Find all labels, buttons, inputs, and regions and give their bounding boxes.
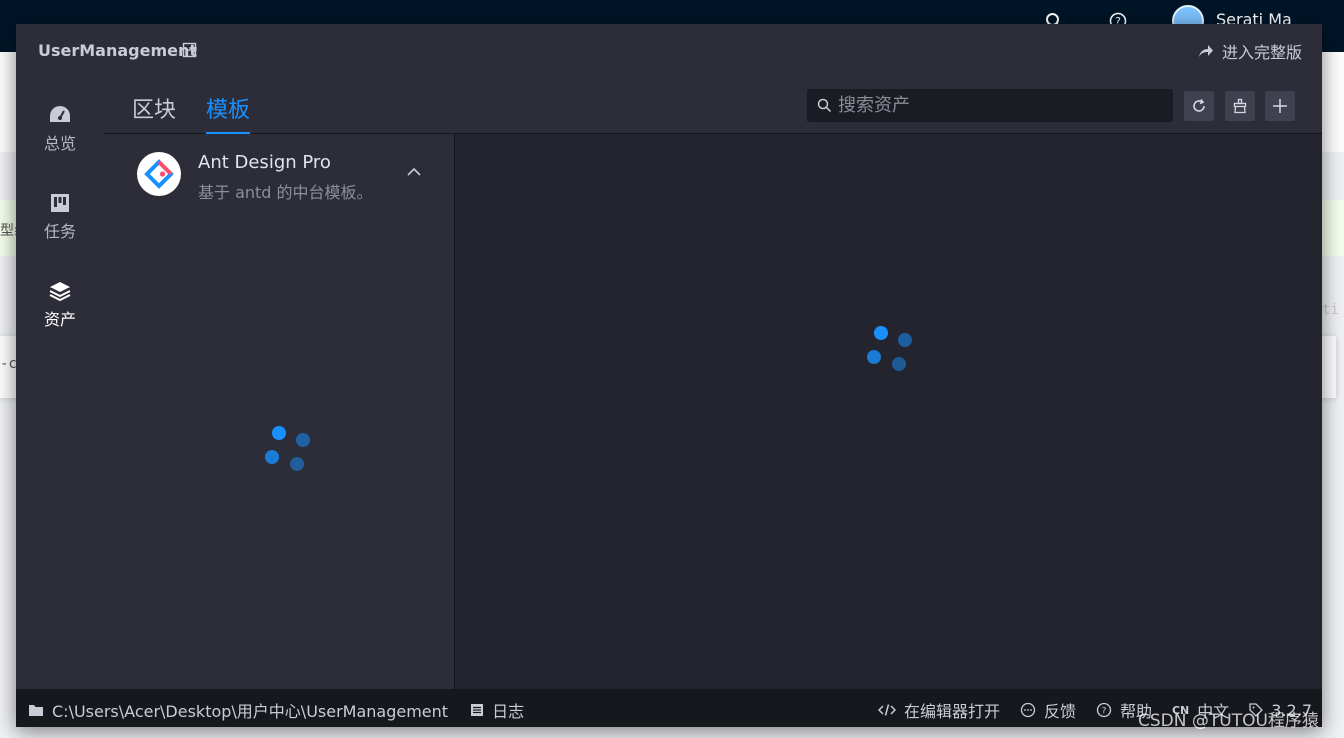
nav-item-assets[interactable]: 资产 — [16, 280, 104, 330]
svg-text:?: ? — [1102, 707, 1107, 717]
exit-project-icon[interactable] — [182, 42, 198, 58]
nav-item-tasks[interactable]: 任务 — [16, 192, 104, 242]
open-in-editor-label: 在编辑器打开 — [903, 702, 1000, 721]
template-title: Ant Design Pro — [198, 152, 331, 173]
reload-icon — [1193, 99, 1205, 112]
loading-spinner — [264, 426, 312, 474]
dashboard-icon — [50, 106, 70, 122]
template-list-panel: Ant Design Pro 基于 antd 的中台模板。 — [104, 134, 455, 689]
project-name: UserManagement — [38, 41, 198, 60]
enter-full-version-button[interactable]: 进入完整版 — [1198, 39, 1302, 63]
umi-ui-modal: UserManagement 进入完整版 总览 任务 资产 区块 模板 搜索资产… — [16, 24, 1322, 727]
feedback-button[interactable]: 反馈 — [1020, 698, 1076, 722]
template-preview-panel — [456, 134, 1322, 689]
side-nav: 总览 任务 资产 — [16, 78, 104, 689]
tab-templates[interactable]: 模板 — [206, 92, 251, 135]
share-arrow-icon — [1198, 45, 1213, 57]
template-description: 基于 antd 的中台模板。 — [198, 183, 373, 202]
refresh-button[interactable] — [1184, 91, 1214, 121]
log-label: 日志 — [492, 702, 525, 721]
code-icon — [877, 704, 896, 716]
watermark: CSDN @TUTOU程序猿 — [1138, 711, 1319, 731]
project-path[interactable]: C:\Users\Acer\Desktop\用户中心\UserManagemen… — [28, 698, 448, 722]
open-in-editor-button[interactable]: 在编辑器打开 — [877, 698, 1000, 722]
feedback-label: 反馈 — [1043, 702, 1076, 721]
search-icon — [817, 98, 832, 113]
nav-label: 资产 — [43, 310, 76, 329]
list-item[interactable]: Ant Design Pro 基于 antd 的中台模板。 — [137, 152, 437, 202]
clear-icon — [1233, 98, 1247, 114]
background-text-fragment: -c — [0, 356, 17, 372]
status-bar: C:\Users\Acer\Desktop\用户中心\UserManagemen… — [16, 689, 1322, 727]
folder-icon — [29, 704, 43, 716]
ant-design-logo — [137, 152, 181, 196]
nav-item-overview[interactable]: 总览 — [16, 104, 104, 154]
log-button[interactable]: 日志 — [470, 698, 524, 722]
search-input[interactable] — [838, 95, 1158, 116]
nav-label: 总览 — [43, 134, 76, 153]
loading-spinner — [866, 326, 914, 374]
add-asset-button[interactable] — [1265, 91, 1295, 121]
search-box — [807, 89, 1173, 122]
message-icon — [1020, 702, 1036, 718]
layers-icon — [49, 282, 71, 302]
tab-blocks[interactable]: 区块 — [132, 92, 176, 132]
plus-icon — [1273, 99, 1287, 113]
help-icon: ? — [1096, 702, 1112, 718]
chevron-up-icon[interactable] — [406, 166, 422, 176]
full-version-label: 进入完整版 — [1221, 43, 1302, 62]
task-board-icon — [51, 194, 69, 212]
project-path-text: C:\Users\Acer\Desktop\用户中心\UserManagemen… — [52, 702, 449, 721]
log-icon — [471, 704, 484, 716]
modal-header: UserManagement 进入完整版 — [16, 24, 1322, 78]
clear-cache-button[interactable] — [1225, 91, 1255, 121]
background-text-fragment: ti — [1322, 302, 1339, 318]
nav-label: 任务 — [43, 222, 76, 241]
